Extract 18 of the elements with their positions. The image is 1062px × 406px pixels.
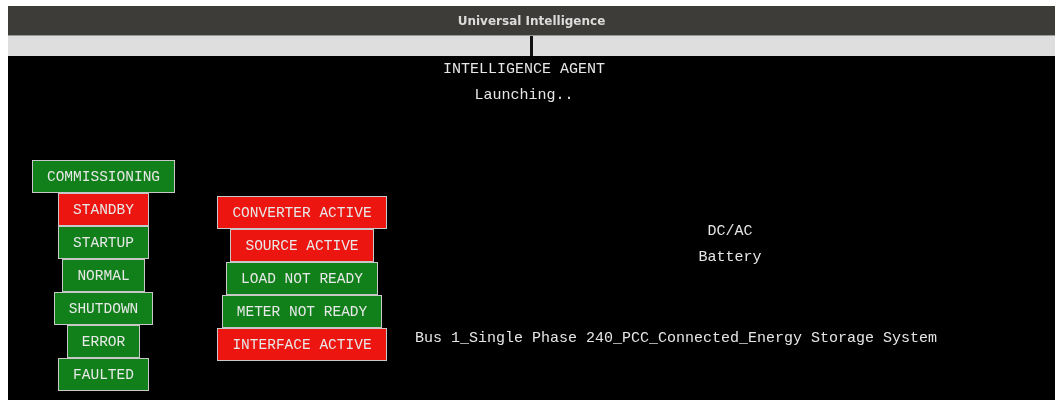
status-indicator: NORMAL [62, 259, 145, 292]
agent-title: INTELLIGENCE AGENT [443, 60, 605, 80]
status-indicator: FAULTED [58, 358, 149, 391]
status-indicator: LOAD NOT READY [226, 262, 378, 295]
device-name: Battery [698, 248, 762, 268]
status-indicator: ERROR [66, 325, 141, 358]
status-indicator: CONVERTER ACTIVE [217, 196, 387, 229]
status-indicator: SOURCE ACTIVE [230, 229, 374, 262]
status-indicator: COMMISSIONING [31, 160, 176, 193]
status-indicator: STARTUP [58, 226, 149, 259]
launch-status: Launching.. [474, 86, 574, 106]
status-indicator: METER NOT READY [221, 295, 383, 328]
status-indicator: STANDBY [58, 193, 149, 226]
device-type: DC/AC [707, 222, 753, 242]
system-name: Bus 1_Single Phase 240_PCC_Connected_Energy Storage System [415, 330, 938, 347]
window-title: Universal Intelligence [8, 6, 1055, 35]
status-indicator: SHUTDOWN [53, 292, 154, 325]
status-indicator: INTERFACE ACTIVE [217, 328, 387, 361]
